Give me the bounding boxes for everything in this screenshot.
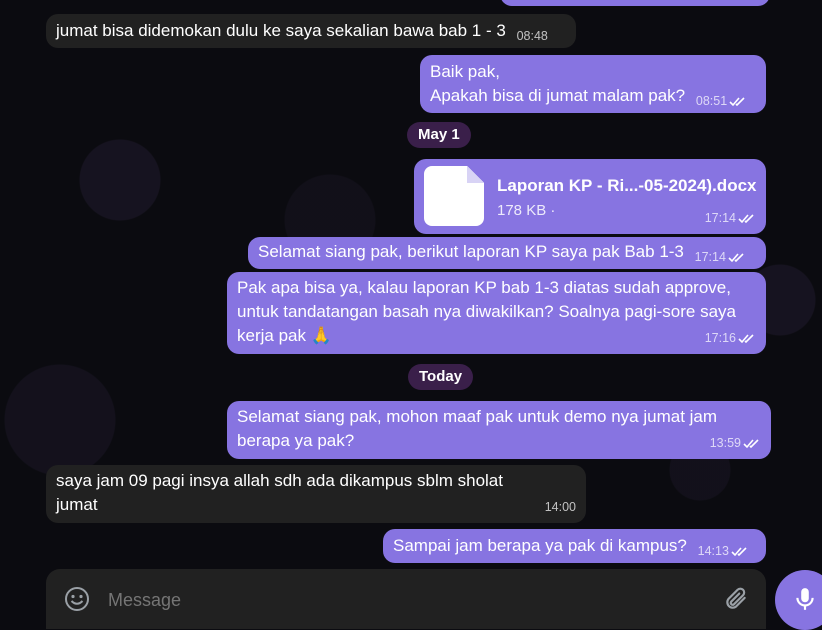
message-bubble-outgoing[interactable]: Sampai jam berapa ya pak di kampus? 14:1… [383, 529, 766, 563]
file-message-bubble[interactable]: Laporan KP - Ri...-05-2024).docx 178 KB … [414, 159, 766, 234]
message-bubble-incoming[interactable]: jumat bisa didemokan dulu ke saya sekali… [46, 14, 576, 48]
message-time: 14:13 [697, 544, 729, 558]
message-time: 13:59 [709, 436, 741, 450]
message-input[interactable] [106, 583, 700, 617]
message-text-line: berapa ya pak? [237, 431, 355, 450]
message-bubble-outgoing[interactable]: Selamat siang pak, mohon maaf pak untuk … [227, 401, 771, 459]
message-text: Sampai jam berapa ya pak di kampus? [393, 536, 687, 555]
emoji-icon[interactable] [64, 586, 90, 612]
message-text-line: Baik pak, [430, 62, 500, 81]
message-bubble-clipped[interactable] [500, 0, 770, 6]
message-time: 08:51 [695, 94, 728, 108]
message-bubble-incoming[interactable]: saya jam 09 pagi insya allah sdh ada dik… [46, 465, 586, 523]
message-text-line: Pak apa bisa ya, kalau laporan KP bab 1-… [237, 278, 731, 297]
double-check-icon [729, 97, 745, 106]
message-text-line: Selamat siang pak, mohon maaf pak untuk … [237, 407, 718, 426]
message-time: 17:14 [704, 211, 736, 225]
message-time: 08:48 [516, 29, 548, 43]
file-name[interactable]: Laporan KP - Ri...-05-2024).docx [497, 174, 756, 198]
microphone-icon [796, 588, 814, 610]
double-check-icon [728, 253, 744, 262]
message-text-line: jumat [56, 495, 98, 514]
date-separator: May 1 [407, 122, 471, 148]
message-meta: 17:16 [705, 326, 756, 350]
double-check-icon [738, 334, 754, 343]
date-separator: Today [408, 364, 474, 390]
message-meta: 08:51 [696, 89, 747, 113]
message-text: Selamat siang pak, berikut laporan KP sa… [258, 242, 684, 261]
file-size: 178 KB · [497, 202, 556, 219]
message-text-line: kerja pak 🙏 [237, 326, 332, 345]
message-time: 14:00 [544, 500, 576, 514]
message-bubble-outgoing[interactable]: Selamat siang pak, berikut laporan KP sa… [248, 237, 766, 269]
message-meta: 17:14 [705, 206, 756, 230]
message-text-line: saya jam 09 pagi insya allah sdh ada dik… [56, 471, 503, 490]
message-bubble-outgoing[interactable]: Pak apa bisa ya, kalau laporan KP bab 1-… [227, 272, 766, 354]
message-text-line: untuk tandatangan basah nya diwakilkan? … [237, 302, 737, 321]
message-time: 17:16 [704, 331, 736, 345]
double-check-icon [731, 547, 747, 556]
message-composer [46, 569, 766, 629]
message-text: jumat bisa didemokan dulu ke saya sekali… [56, 21, 506, 40]
paperclip-icon[interactable] [723, 586, 749, 612]
double-check-icon [743, 439, 759, 448]
message-meta: 14:13 [698, 539, 749, 563]
double-check-icon [738, 214, 754, 223]
message-bubble-outgoing[interactable]: Baik pak, Apakah bisa di jumat malam pak… [420, 55, 766, 113]
microphone-button[interactable] [775, 570, 822, 630]
message-meta: 17:14 [695, 245, 746, 269]
message-meta: 13:59 [710, 431, 761, 455]
message-time: 17:14 [694, 250, 726, 264]
message-text-line: Apakah bisa di jumat malam pak? [430, 86, 686, 105]
